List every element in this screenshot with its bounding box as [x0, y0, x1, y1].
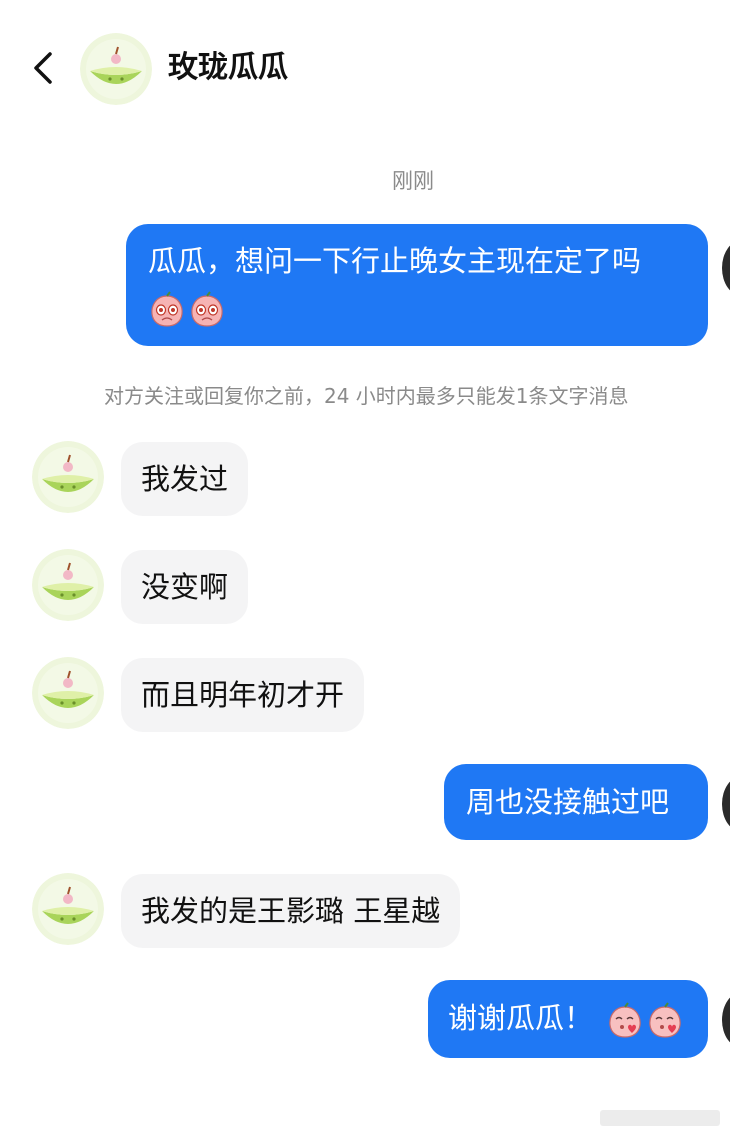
- contact-avatar[interactable]: [32, 873, 104, 945]
- self-avatar[interactable]: [722, 992, 730, 1048]
- chat-header: 玫珑瓜瓜: [0, 0, 730, 140]
- message-text: 谢谢瓜瓜！: [448, 1001, 594, 1035]
- incoming-message-bubble[interactable]: 而且明年初才开: [121, 658, 365, 732]
- kissing-peach-emoji-icon: [606, 1001, 644, 1039]
- emoji-row: [148, 286, 684, 328]
- message-text: 周也没接触过吧: [466, 785, 670, 819]
- message-text: 没变啊: [141, 570, 229, 604]
- watermark: [600, 1110, 720, 1126]
- contact-avatar[interactable]: [32, 441, 104, 513]
- contact-avatar[interactable]: [32, 549, 104, 621]
- message-text: 我发过: [141, 462, 229, 496]
- outgoing-message-bubble[interactable]: 谢谢瓜瓜！: [428, 980, 708, 1058]
- crying-peach-emoji-icon: [148, 290, 186, 328]
- outgoing-message-bubble[interactable]: 瓜瓜，想问一下行止晚女主现在定了吗: [126, 224, 708, 346]
- incoming-message-bubble[interactable]: 没变啊: [121, 550, 249, 624]
- messaging-limit-notice: 对方关注或回复你之前，24 小时内最多只能发1条文字消息: [104, 384, 629, 408]
- back-button[interactable]: [26, 44, 62, 92]
- kissing-peach-emoji-icon: [646, 1001, 684, 1039]
- message-text: 而且明年初才开: [141, 678, 345, 712]
- incoming-message-bubble[interactable]: 我发过: [121, 442, 249, 516]
- contact-avatar[interactable]: [32, 657, 104, 729]
- message-text: 我发的是王影璐 王星越: [141, 894, 441, 928]
- contact-name: 玫珑瓜瓜: [168, 50, 288, 85]
- self-avatar[interactable]: [722, 776, 730, 832]
- message-timestamp: 刚刚: [392, 169, 434, 193]
- message-text: 瓜瓜，想问一下行止晚女主现在定了吗: [148, 244, 642, 278]
- crying-peach-emoji-icon: [188, 290, 226, 328]
- incoming-message-bubble[interactable]: 我发的是王影璐 王星越: [121, 874, 461, 948]
- outgoing-message-bubble[interactable]: 周也没接触过吧: [444, 764, 708, 840]
- contact-avatar[interactable]: [80, 33, 152, 105]
- self-avatar[interactable]: [722, 240, 730, 296]
- chevron-left-icon: [34, 52, 52, 84]
